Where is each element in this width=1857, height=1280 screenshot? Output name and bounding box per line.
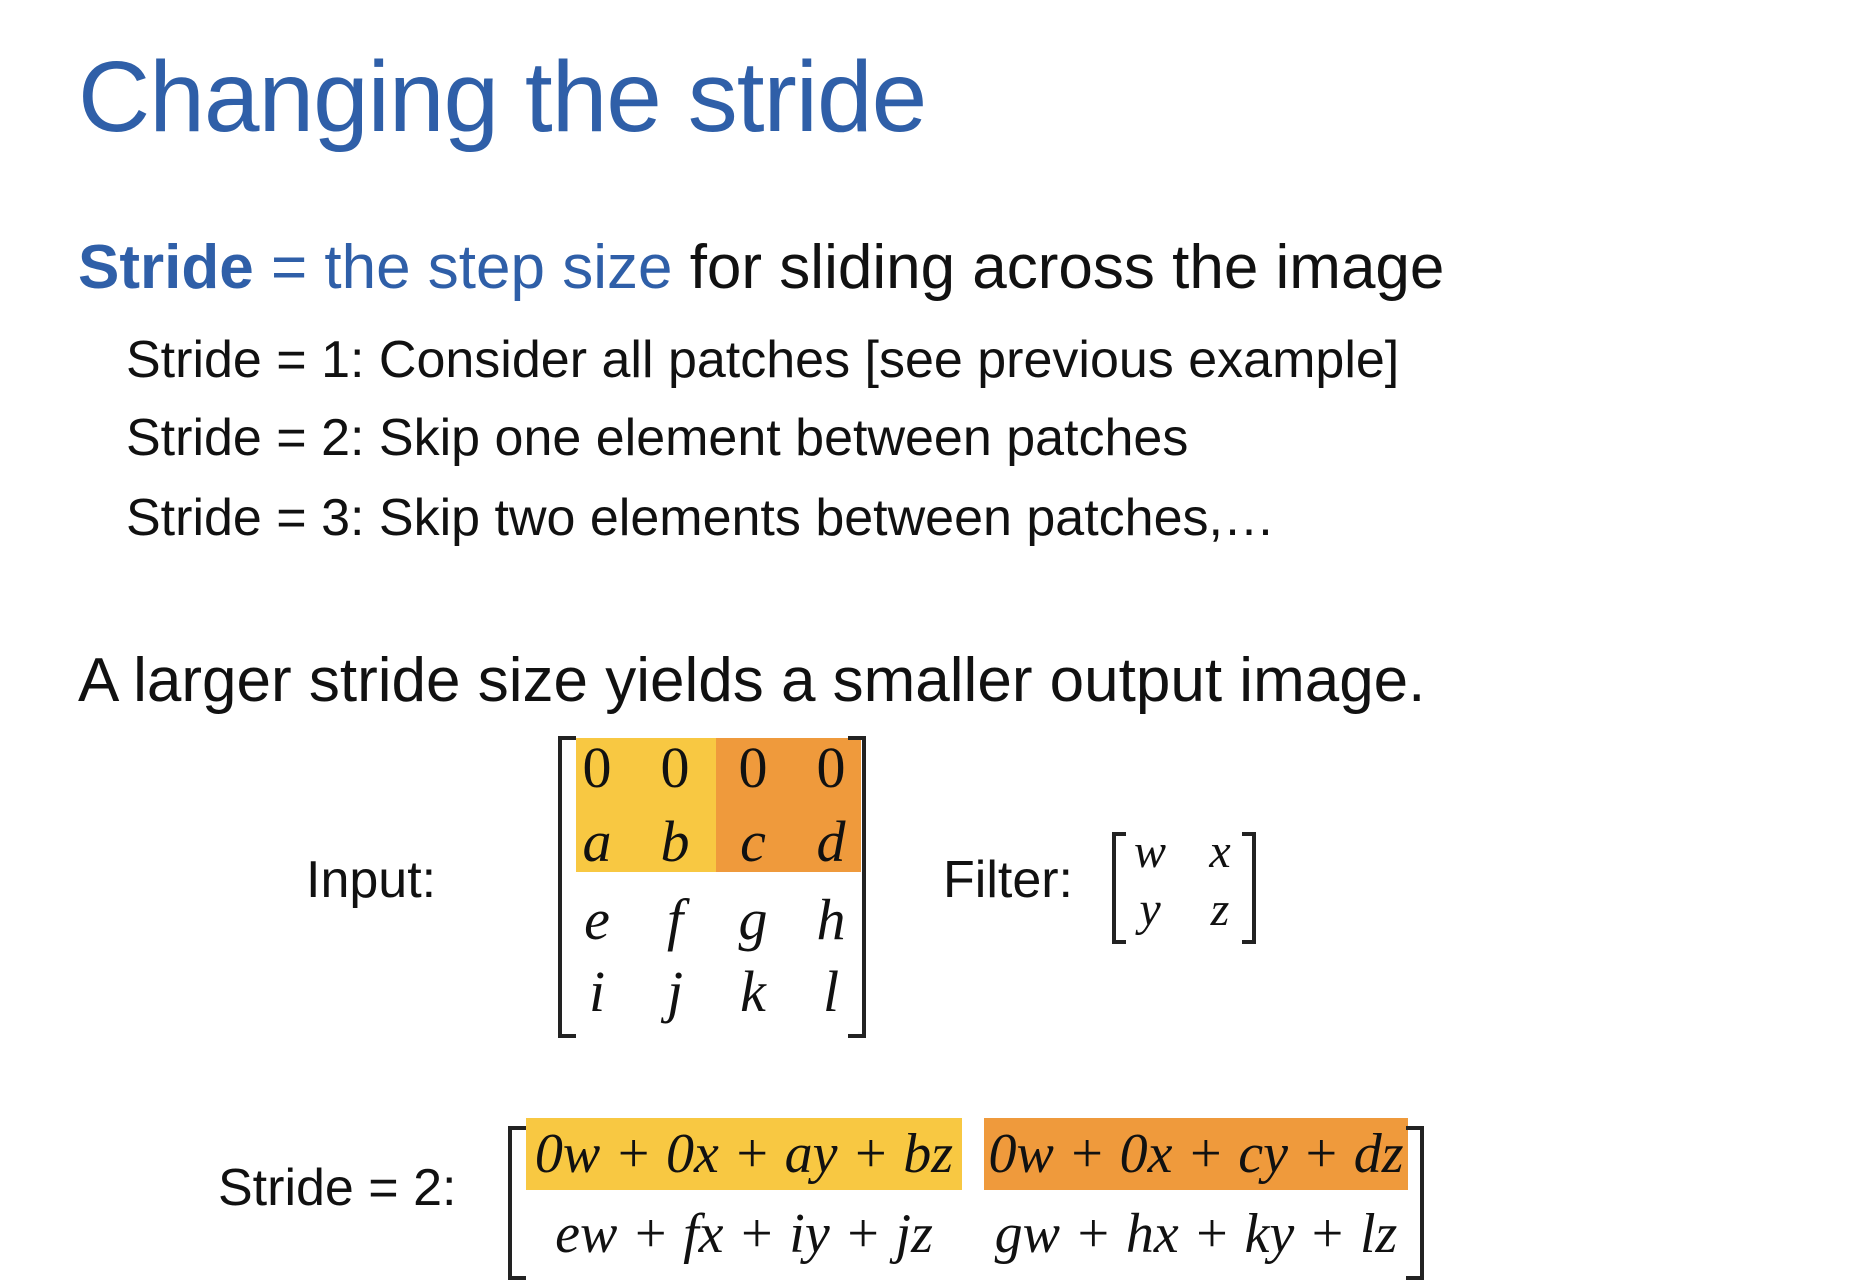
output-cell: 0w + 0x + cy + dz bbox=[988, 1123, 1404, 1185]
input-cell: 0 bbox=[816, 735, 846, 800]
filter-cell: z bbox=[1210, 883, 1230, 936]
filter-label: Filter: bbox=[943, 851, 1073, 909]
input-cell: g bbox=[738, 887, 768, 952]
stride-definition: Stride = the step size for sliding acros… bbox=[78, 232, 1444, 303]
input-cell: d bbox=[816, 809, 846, 874]
input-cell: f bbox=[666, 887, 684, 952]
input-cell: a bbox=[582, 809, 612, 874]
stride-statement: A larger stride size yields a smaller ou… bbox=[78, 646, 1426, 715]
definition-equals: = bbox=[253, 233, 325, 302]
slide-title: Changing the stride bbox=[78, 41, 927, 153]
output-label: Stride = 2: bbox=[218, 1159, 457, 1217]
bullet-stride-2: Stride = 2: Skip one element between pat… bbox=[126, 409, 1189, 467]
input-cell: 0 bbox=[660, 735, 690, 800]
output-cell: 0w + 0x + ay + bz bbox=[534, 1123, 954, 1185]
input-cell: 0 bbox=[738, 735, 768, 800]
input-cell: c bbox=[740, 809, 766, 874]
output-left-bracket bbox=[508, 1126, 526, 1280]
input-cell: e bbox=[584, 887, 610, 952]
filter-cell: x bbox=[1209, 825, 1231, 878]
input-cell: j bbox=[666, 959, 684, 1024]
input-cell: b bbox=[660, 809, 690, 874]
definition-meaning: the step size bbox=[324, 233, 673, 302]
definition-term: Stride bbox=[78, 233, 254, 302]
output-right-bracket bbox=[1406, 1126, 1424, 1280]
output-cell: ew + fx + iy + jz bbox=[555, 1203, 933, 1265]
filter-cell: y bbox=[1139, 883, 1161, 936]
bullet-stride-3: Stride = 3: Skip two elements between pa… bbox=[126, 489, 1275, 547]
bullet-stride-1: Stride = 1: Consider all patches [see pr… bbox=[126, 331, 1400, 389]
input-cell: l bbox=[822, 959, 840, 1024]
input-label: Input: bbox=[306, 851, 437, 909]
input-cell: k bbox=[740, 959, 766, 1024]
output-cell: gw + hx + ky + lz bbox=[994, 1203, 1398, 1265]
input-cell: 0 bbox=[582, 735, 612, 800]
input-cell: i bbox=[588, 959, 606, 1024]
filter-cell: w bbox=[1133, 825, 1166, 878]
input-cell: h bbox=[816, 887, 846, 952]
definition-rest: for sliding across the image bbox=[672, 233, 1445, 302]
